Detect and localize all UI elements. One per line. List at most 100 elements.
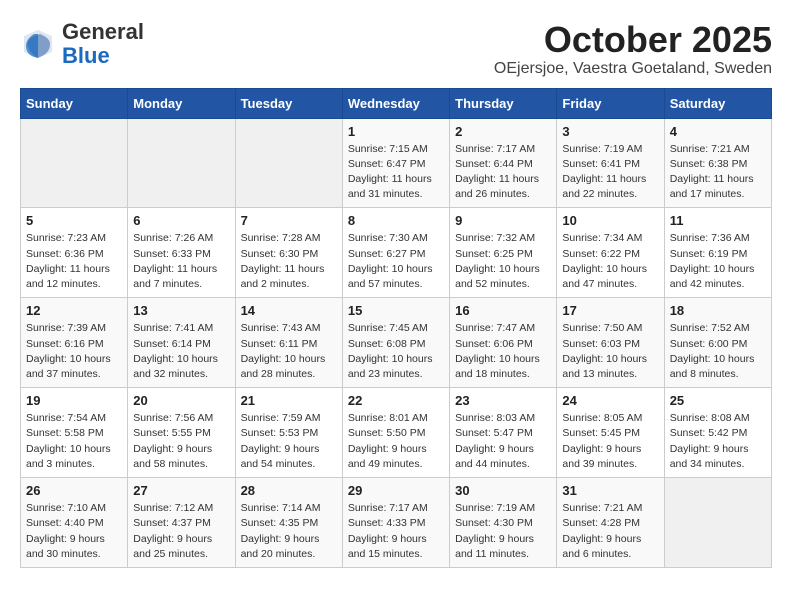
header-cell-sunday: Sunday bbox=[21, 88, 128, 118]
day-cell: 23 Sunrise: 8:03 AM Sunset: 5:47 PM Dayli… bbox=[450, 388, 557, 478]
day-number: 21 bbox=[241, 393, 337, 408]
day-cell bbox=[235, 118, 342, 208]
calendar-table: SundayMondayTuesdayWednesdayThursdayFrid… bbox=[20, 88, 772, 568]
day-number: 11 bbox=[670, 213, 766, 228]
day-number: 8 bbox=[348, 213, 444, 228]
day-info: Sunrise: 7:26 AM Sunset: 6:33 PM Dayligh… bbox=[133, 231, 229, 292]
day-info: Sunrise: 8:05 AM Sunset: 5:45 PM Dayligh… bbox=[562, 411, 658, 472]
header-cell-saturday: Saturday bbox=[664, 88, 771, 118]
day-info: Sunrise: 7:45 AM Sunset: 6:08 PM Dayligh… bbox=[348, 321, 444, 382]
day-cell: 26Sunrise: 7:10 AM Sunset: 4:40 PM Dayli… bbox=[21, 478, 128, 568]
day-info: Sunrise: 7:15 AM Sunset: 6:47 PM Dayligh… bbox=[348, 142, 444, 203]
day-cell: 21 Sunrise: 7:59 AM Sunset: 5:53 PM Dayli… bbox=[235, 388, 342, 478]
day-info: Sunrise: 7:21 AM Sunset: 4:28 PM Dayligh… bbox=[562, 501, 658, 562]
day-number: 23 bbox=[455, 393, 551, 408]
day-number: 10 bbox=[562, 213, 658, 228]
day-info: Sunrise: 7:34 AM Sunset: 6:22 PM Dayligh… bbox=[562, 231, 658, 292]
logo: General Blue bbox=[20, 20, 144, 68]
day-number: 19 bbox=[26, 393, 122, 408]
day-cell bbox=[664, 478, 771, 568]
day-info: Sunrise: 7:36 AM Sunset: 6:19 PM Dayligh… bbox=[670, 231, 766, 292]
week-row-3: 12 Sunrise: 7:39 AM Sunset: 6:16 PM Dayli… bbox=[21, 298, 772, 388]
day-cell: 10 Sunrise: 7:34 AM Sunset: 6:22 PM Dayli… bbox=[557, 208, 664, 298]
day-cell: 31 Sunrise: 7:21 AM Sunset: 4:28 PM Dayli… bbox=[557, 478, 664, 568]
day-cell: 8 Sunrise: 7:30 AM Sunset: 6:27 PM Daylig… bbox=[342, 208, 449, 298]
day-cell: 16 Sunrise: 7:47 AM Sunset: 6:06 PM Dayli… bbox=[450, 298, 557, 388]
day-info: Sunrise: 7:14 AM Sunset: 4:35 PM Dayligh… bbox=[241, 501, 337, 562]
day-cell: 11 Sunrise: 7:36 AM Sunset: 6:19 PM Dayli… bbox=[664, 208, 771, 298]
calendar-body: 1 Sunrise: 7:15 AM Sunset: 6:47 PM Daylig… bbox=[21, 118, 772, 567]
day-cell: 15 Sunrise: 7:45 AM Sunset: 6:08 PM Dayli… bbox=[342, 298, 449, 388]
day-number: 12 bbox=[26, 303, 122, 318]
day-number: 30 bbox=[455, 483, 551, 498]
day-number: 15 bbox=[348, 303, 444, 318]
day-cell: 29 Sunrise: 7:17 AM Sunset: 4:33 PM Dayli… bbox=[342, 478, 449, 568]
day-number: 22 bbox=[348, 393, 444, 408]
day-info: Sunrise: 7:17 AM Sunset: 6:44 PM Dayligh… bbox=[455, 142, 551, 203]
day-number: 17 bbox=[562, 303, 658, 318]
day-info: Sunrise: 7:30 AM Sunset: 6:27 PM Dayligh… bbox=[348, 231, 444, 292]
day-cell: 14Sunrise: 7:43 AM Sunset: 6:11 PM Dayli… bbox=[235, 298, 342, 388]
day-number: 1 bbox=[348, 124, 444, 139]
day-info: Sunrise: 7:41 AM Sunset: 6:14 PM Dayligh… bbox=[133, 321, 229, 382]
day-info: Sunrise: 7:17 AM Sunset: 4:33 PM Dayligh… bbox=[348, 501, 444, 562]
day-info: Sunrise: 7:52 AM Sunset: 6:00 PM Dayligh… bbox=[670, 321, 766, 382]
day-info: Sunrise: 7:12 AM Sunset: 4:37 PM Dayligh… bbox=[133, 501, 229, 562]
day-number: 14 bbox=[241, 303, 337, 318]
logo-blue-text: Blue bbox=[62, 43, 110, 68]
day-cell: 13Sunrise: 7:41 AM Sunset: 6:14 PM Dayli… bbox=[128, 298, 235, 388]
day-number: 4 bbox=[670, 124, 766, 139]
day-info: Sunrise: 7:59 AM Sunset: 5:53 PM Dayligh… bbox=[241, 411, 337, 472]
week-row-2: 5 Sunrise: 7:23 AM Sunset: 6:36 PM Daylig… bbox=[21, 208, 772, 298]
day-info: Sunrise: 7:50 AM Sunset: 6:03 PM Dayligh… bbox=[562, 321, 658, 382]
day-cell: 19Sunrise: 7:54 AM Sunset: 5:58 PM Dayli… bbox=[21, 388, 128, 478]
day-cell: 17 Sunrise: 7:50 AM Sunset: 6:03 PM Dayli… bbox=[557, 298, 664, 388]
logo-icon bbox=[20, 26, 56, 62]
week-row-4: 19Sunrise: 7:54 AM Sunset: 5:58 PM Dayli… bbox=[21, 388, 772, 478]
day-info: Sunrise: 7:39 AM Sunset: 6:16 PM Dayligh… bbox=[26, 321, 122, 382]
day-info: Sunrise: 7:28 AM Sunset: 6:30 PM Dayligh… bbox=[241, 231, 337, 292]
day-number: 26 bbox=[26, 483, 122, 498]
location: OEjersjoe, Vaestra Goetaland, Sweden bbox=[494, 60, 772, 78]
day-info: Sunrise: 7:56 AM Sunset: 5:55 PM Dayligh… bbox=[133, 411, 229, 472]
day-info: Sunrise: 7:32 AM Sunset: 6:25 PM Dayligh… bbox=[455, 231, 551, 292]
day-number: 27 bbox=[133, 483, 229, 498]
day-number: 28 bbox=[241, 483, 337, 498]
day-cell bbox=[21, 118, 128, 208]
day-cell: 12 Sunrise: 7:39 AM Sunset: 6:16 PM Dayli… bbox=[21, 298, 128, 388]
day-number: 5 bbox=[26, 213, 122, 228]
day-cell: 18Sunrise: 7:52 AM Sunset: 6:00 PM Dayli… bbox=[664, 298, 771, 388]
day-info: Sunrise: 7:47 AM Sunset: 6:06 PM Dayligh… bbox=[455, 321, 551, 382]
day-info: Sunrise: 8:01 AM Sunset: 5:50 PM Dayligh… bbox=[348, 411, 444, 472]
day-number: 16 bbox=[455, 303, 551, 318]
week-row-1: 1 Sunrise: 7:15 AM Sunset: 6:47 PM Daylig… bbox=[21, 118, 772, 208]
day-number: 29 bbox=[348, 483, 444, 498]
day-number: 9 bbox=[455, 213, 551, 228]
header-cell-wednesday: Wednesday bbox=[342, 88, 449, 118]
day-number: 3 bbox=[562, 124, 658, 139]
day-number: 25 bbox=[670, 393, 766, 408]
day-cell: 3 Sunrise: 7:19 AM Sunset: 6:41 PM Daylig… bbox=[557, 118, 664, 208]
header-cell-monday: Monday bbox=[128, 88, 235, 118]
day-info: Sunrise: 7:19 AM Sunset: 4:30 PM Dayligh… bbox=[455, 501, 551, 562]
title-block: October 2025 OEjersjoe, Vaestra Goetalan… bbox=[494, 20, 772, 78]
header-cell-tuesday: Tuesday bbox=[235, 88, 342, 118]
day-cell: 22 Sunrise: 8:01 AM Sunset: 5:50 PM Dayli… bbox=[342, 388, 449, 478]
day-cell: 24 Sunrise: 8:05 AM Sunset: 5:45 PM Dayli… bbox=[557, 388, 664, 478]
day-cell: 25Sunrise: 8:08 AM Sunset: 5:42 PM Dayli… bbox=[664, 388, 771, 478]
day-cell: 1 Sunrise: 7:15 AM Sunset: 6:47 PM Daylig… bbox=[342, 118, 449, 208]
day-cell: 9 Sunrise: 7:32 AM Sunset: 6:25 PM Daylig… bbox=[450, 208, 557, 298]
page-header: General Blue October 2025 OEjersjoe, Vae… bbox=[20, 20, 772, 78]
day-info: Sunrise: 8:03 AM Sunset: 5:47 PM Dayligh… bbox=[455, 411, 551, 472]
day-info: Sunrise: 7:19 AM Sunset: 6:41 PM Dayligh… bbox=[562, 142, 658, 203]
day-info: Sunrise: 7:23 AM Sunset: 6:36 PM Dayligh… bbox=[26, 231, 122, 292]
logo-general-text: General bbox=[62, 19, 144, 44]
day-number: 24 bbox=[562, 393, 658, 408]
day-cell bbox=[128, 118, 235, 208]
day-number: 31 bbox=[562, 483, 658, 498]
day-cell: 27 Sunrise: 7:12 AM Sunset: 4:37 PM Dayli… bbox=[128, 478, 235, 568]
day-number: 6 bbox=[133, 213, 229, 228]
day-cell: 30 Sunrise: 7:19 AM Sunset: 4:30 PM Dayli… bbox=[450, 478, 557, 568]
day-cell: 5 Sunrise: 7:23 AM Sunset: 6:36 PM Daylig… bbox=[21, 208, 128, 298]
day-cell: 28 Sunrise: 7:14 AM Sunset: 4:35 PM Dayli… bbox=[235, 478, 342, 568]
